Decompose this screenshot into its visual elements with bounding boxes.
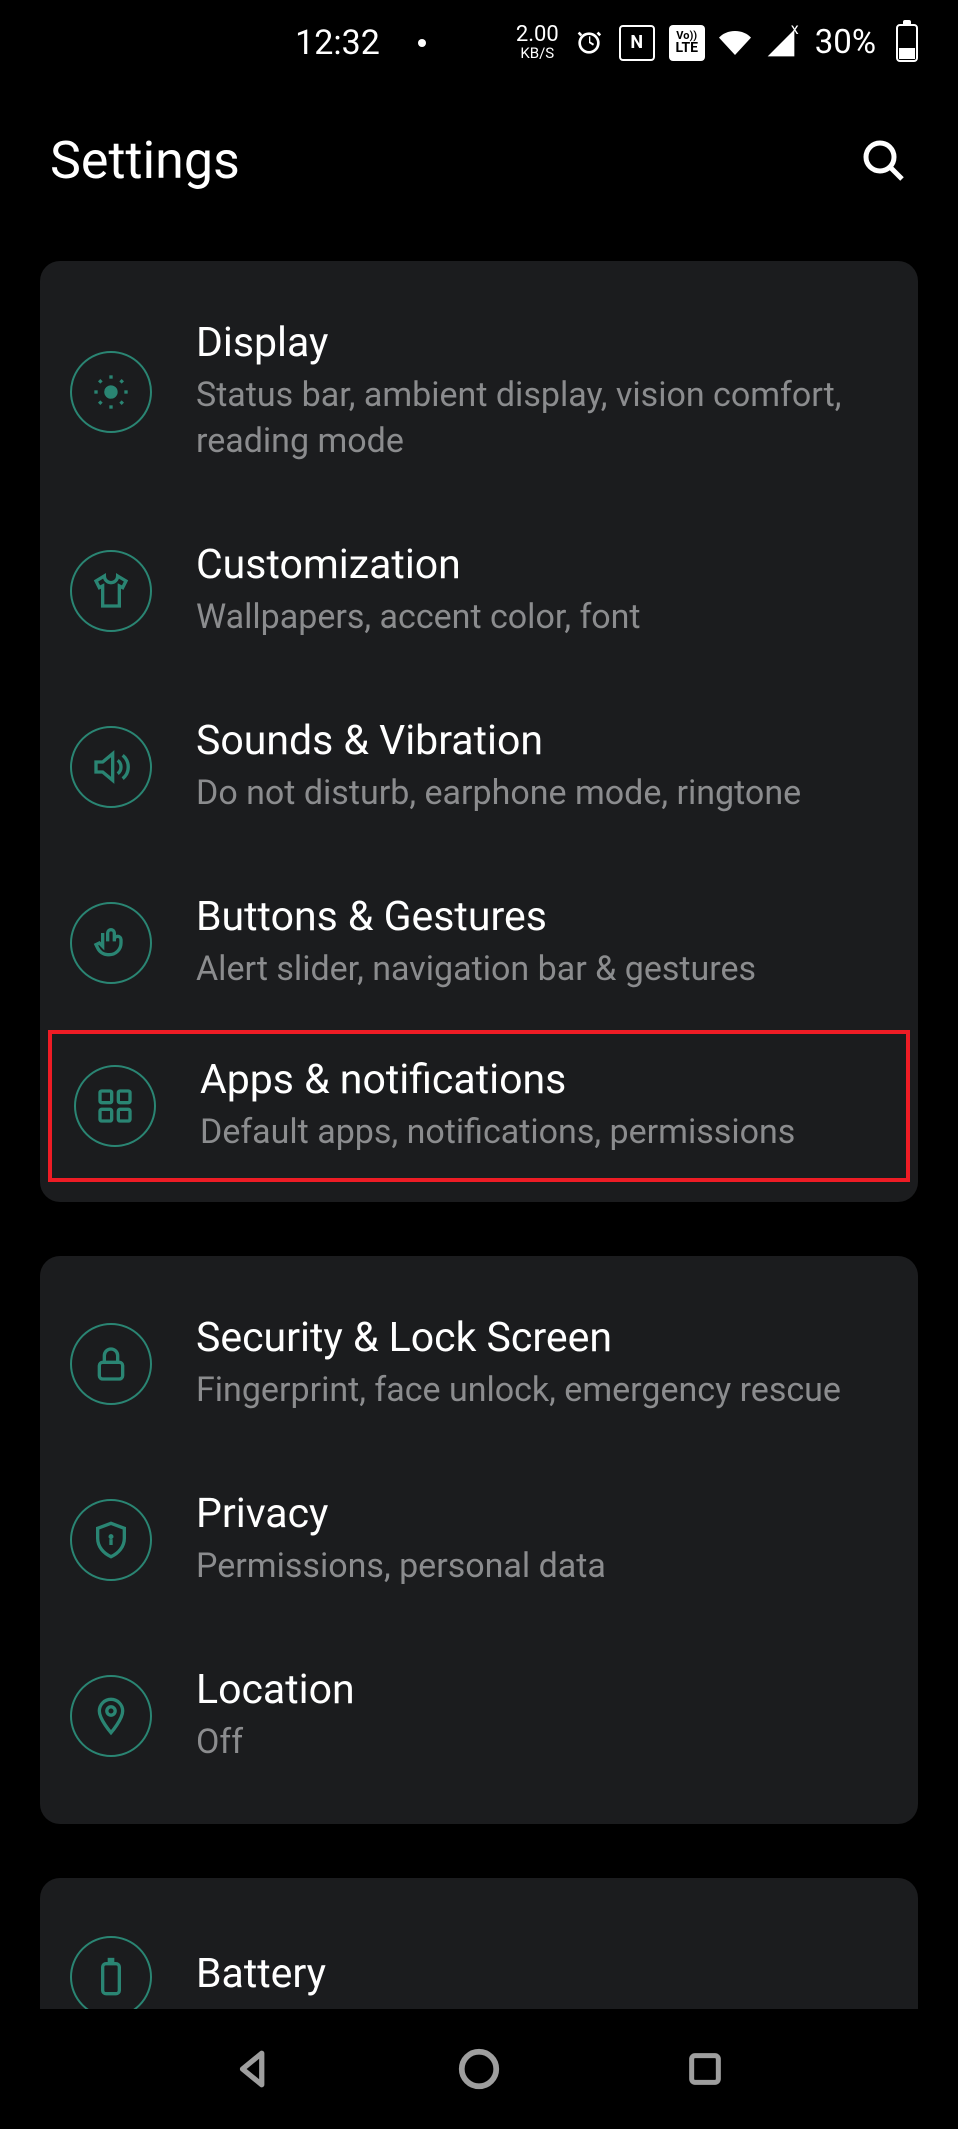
nav-home-button[interactable]	[454, 2044, 504, 2094]
nav-back-button[interactable]	[228, 2044, 278, 2094]
setting-subtitle: Wallpapers, accent color, font	[196, 595, 888, 641]
status-dot-icon	[418, 39, 426, 47]
setting-subtitle: Do not disturb, earphone mode, ringtone	[196, 771, 888, 817]
lock-icon	[70, 1323, 152, 1405]
setting-title: Apps & notifications	[200, 1056, 884, 1104]
setting-title: Privacy	[196, 1490, 888, 1538]
volte-icon: Vo)) LTE	[669, 25, 705, 61]
settings-item-sounds[interactable]: Sounds & Vibration Do not disturb, earpho…	[40, 679, 918, 855]
battery-icon	[70, 1936, 152, 2018]
battery-icon	[896, 24, 918, 62]
status-time: 12:32	[295, 23, 380, 63]
page-title: Settings	[50, 130, 240, 191]
shield-icon	[70, 1499, 152, 1581]
apps-icon	[74, 1065, 156, 1147]
setting-subtitle: Fingerprint, face unlock, emergency resc…	[196, 1368, 888, 1414]
alarm-icon	[573, 27, 605, 59]
setting-subtitle: Off	[196, 1720, 888, 1766]
volume-icon	[70, 726, 152, 808]
settings-item-privacy[interactable]: Privacy Permissions, personal data	[40, 1452, 918, 1628]
navigation-bar	[0, 2009, 958, 2129]
settings-list: Display Status bar, ambient display, visi…	[0, 261, 958, 2076]
brightness-icon	[70, 351, 152, 433]
header: Settings	[0, 85, 958, 261]
settings-item-customization[interactable]: Customization Wallpapers, accent color, f…	[40, 503, 918, 679]
battery-percentage: 30%	[815, 23, 876, 62]
wifi-icon	[719, 27, 751, 59]
setting-title: Location	[196, 1666, 888, 1714]
tap-icon	[70, 902, 152, 984]
cell-signal-icon: x	[765, 27, 797, 59]
nav-recents-button[interactable]	[680, 2044, 730, 2094]
status-bar: 12:32 2.00 KB/S N Vo)) LTE x 30%	[0, 0, 958, 85]
shirt-icon	[70, 550, 152, 632]
settings-group: Display Status bar, ambient display, visi…	[40, 261, 918, 1202]
settings-item-display[interactable]: Display Status bar, ambient display, visi…	[40, 281, 918, 503]
net-speed-indicator: 2.00 KB/S	[516, 24, 559, 61]
setting-title: Customization	[196, 541, 888, 589]
settings-group: Security & Lock Screen Fingerprint, face …	[40, 1256, 918, 1824]
pin-icon	[70, 1675, 152, 1757]
setting-subtitle: Default apps, notifications, permissions	[200, 1110, 884, 1156]
setting-title: Buttons & Gestures	[196, 893, 888, 941]
search-button[interactable]	[860, 137, 908, 185]
settings-item-apps[interactable]: Apps & notifications Default apps, notifi…	[48, 1030, 910, 1182]
setting-title: Battery	[196, 1950, 888, 1998]
setting-title: Display	[196, 319, 888, 367]
nfc-icon: N	[619, 25, 655, 61]
setting-subtitle: Alert slider, navigation bar & gestures	[196, 947, 888, 993]
settings-item-buttons[interactable]: Buttons & Gestures Alert slider, navigati…	[40, 855, 918, 1031]
setting-title: Sounds & Vibration	[196, 717, 888, 765]
settings-item-location[interactable]: Location Off	[40, 1628, 918, 1804]
setting-title: Security & Lock Screen	[196, 1314, 888, 1362]
setting-subtitle: Permissions, personal data	[196, 1544, 888, 1590]
setting-subtitle: Status bar, ambient display, vision comf…	[196, 373, 888, 465]
settings-item-security[interactable]: Security & Lock Screen Fingerprint, face …	[40, 1276, 918, 1452]
